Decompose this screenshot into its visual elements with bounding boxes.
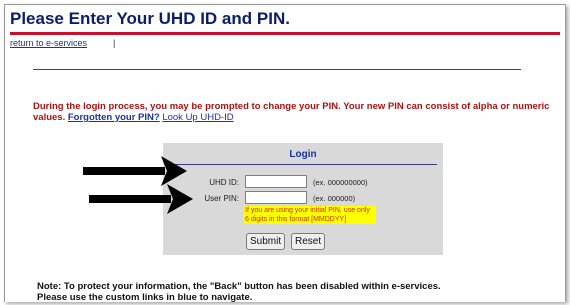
back-button-note: Note: To protect your information, the "… [37,281,557,303]
note-line-2: Please use the custom links in blue to n… [37,292,253,303]
uhd-id-input[interactable] [245,175,307,188]
return-to-eservices-link[interactable]: return to e-services [10,38,87,48]
note-line-1: Note: To protect your information, the "… [37,281,441,292]
link-separator: | [113,38,116,48]
login-panel: Login UHD ID: (ex. 000000000) User PIN: … [163,143,443,255]
arrow-right-icon [83,156,187,186]
submit-button[interactable]: Submit [246,233,286,250]
lookup-uhd-id-link[interactable]: Look Up UHD-ID [162,112,233,123]
login-divider [169,164,437,165]
reset-button[interactable]: Reset [291,233,326,250]
forgotten-pin-link[interactable]: Forgotten your PIN? [68,112,160,123]
login-title: Login [289,149,317,160]
user-pin-input[interactable] [245,191,307,204]
title-divider [10,32,560,35]
page-title: Please Enter Your UHD ID and PIN. [10,9,290,28]
page-frame: Please Enter Your UHD ID and PIN. return… [4,4,566,303]
pin-format-hint: If you are using your initial PIN, use o… [244,206,376,224]
section-divider [33,69,521,70]
user-pin-example: (ex. 000000) [313,194,356,203]
login-instructions: During the login process, you may be pro… [33,101,553,123]
arrow-right-icon [89,184,193,214]
uhd-id-example: (ex. 000000000) [313,178,368,187]
